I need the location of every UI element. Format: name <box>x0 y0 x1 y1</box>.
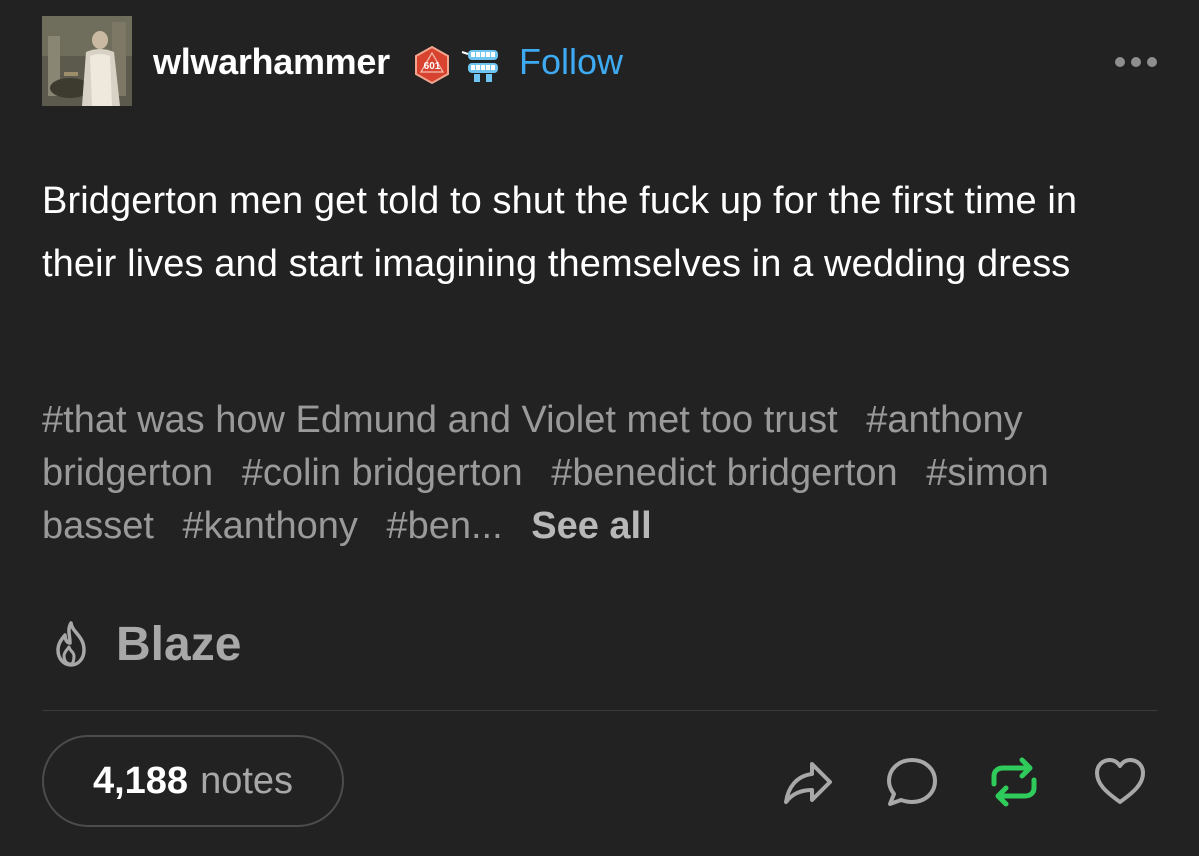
flame-icon <box>56 621 86 667</box>
share-arrow-icon[interactable] <box>780 754 836 810</box>
d20-badge-icon: 601 <box>412 45 452 85</box>
see-all-tags-button[interactable]: See all <box>531 505 651 547</box>
follow-button[interactable]: Follow <box>519 42 623 82</box>
notes-label: notes <box>200 759 294 802</box>
tag-link[interactable]: #benedict bridgerton <box>551 452 897 494</box>
username[interactable]: wlwarhammer <box>153 42 390 82</box>
divider <box>42 710 1158 711</box>
post-body-text: Bridgerton men get told to shut the fuck… <box>42 180 1078 285</box>
d20-badge-text: 601 <box>424 61 441 72</box>
reply-bubble-icon[interactable] <box>884 754 940 810</box>
reblog-icon[interactable] <box>986 754 1042 810</box>
heart-icon[interactable] <box>1092 754 1148 810</box>
notes-button[interactable]: 4,188 notes <box>42 735 344 827</box>
blaze-button[interactable]: Blaze <box>50 612 241 676</box>
tag-link[interactable]: #that was how Edmund and Violet met too … <box>42 399 838 441</box>
avatar[interactable] <box>42 16 132 106</box>
more-dots-icon[interactable] <box>1108 48 1164 72</box>
tag-link[interactable]: #ben... <box>386 505 502 547</box>
tag-link[interactable]: #colin bridgerton <box>242 452 523 494</box>
blaze-label: Blaze <box>116 617 242 671</box>
avatar-image <box>42 16 132 106</box>
tag-list: #that was how Edmund and Violet met too … <box>42 394 1152 553</box>
notes-count: 4,188 <box>92 759 189 802</box>
post-card: wlwarhammer 601 Follow Bridgerton men ge… <box>0 0 1199 856</box>
tag-link[interactable]: #kanthony <box>183 505 358 547</box>
chattering-teeth-badge-icon <box>460 42 504 86</box>
